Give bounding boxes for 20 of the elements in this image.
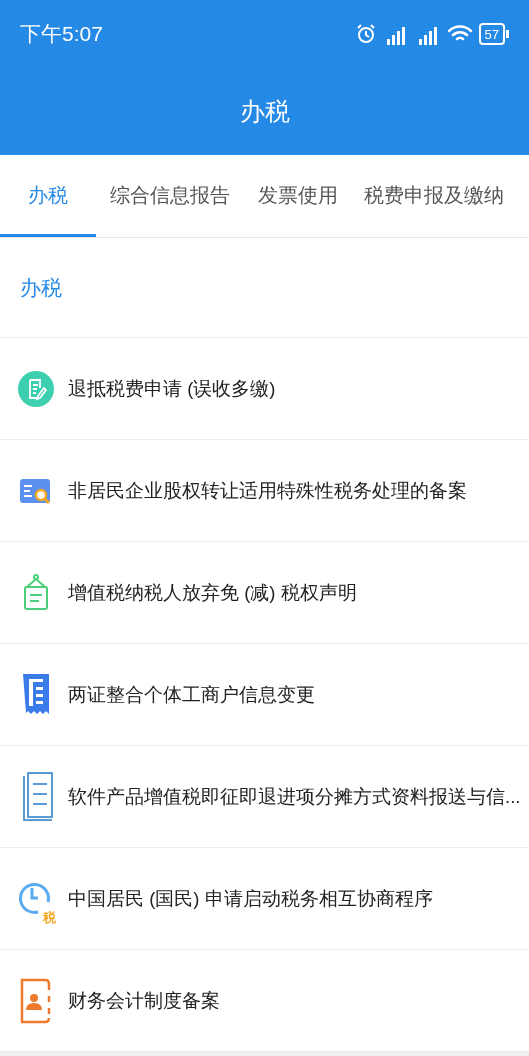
item-label: 增值税纳税人放弃免 (减) 税权声明 xyxy=(68,580,357,605)
contact-card-icon xyxy=(19,977,53,1024)
tax-glyph: 税 xyxy=(43,910,56,924)
battery-level: 57 xyxy=(484,27,499,41)
section-title: 办税 xyxy=(20,274,62,301)
tab[interactable]: 办税 xyxy=(0,155,96,237)
item-label: 软件产品增值税即征即退进项分摊方式资料报送与信... xyxy=(68,784,521,809)
tab[interactable]: 税费申报及缴纳 xyxy=(352,155,516,237)
item-label: 两证整合个体工商户信息变更 xyxy=(68,682,315,707)
item-label: 非居民企业股权转让适用特殊性税务处理的备案 xyxy=(68,478,467,503)
tab[interactable]: 综合信息报告 xyxy=(96,155,244,237)
hanging-sign-icon xyxy=(22,573,50,612)
receipt-icon xyxy=(22,672,50,717)
item-label: 退抵税费申请 (误收多缴) xyxy=(68,376,276,401)
page-title: 办税 xyxy=(239,95,290,127)
item-label: 财务会计制度备案 xyxy=(68,988,220,1013)
item-label: 中国居民 (国民) 申请启动税务相互协商程序 xyxy=(68,886,433,911)
tab[interactable]: 发票使用 xyxy=(244,155,352,237)
form-edit-icon xyxy=(18,370,54,407)
status-time: 下午5:07 xyxy=(20,21,103,48)
